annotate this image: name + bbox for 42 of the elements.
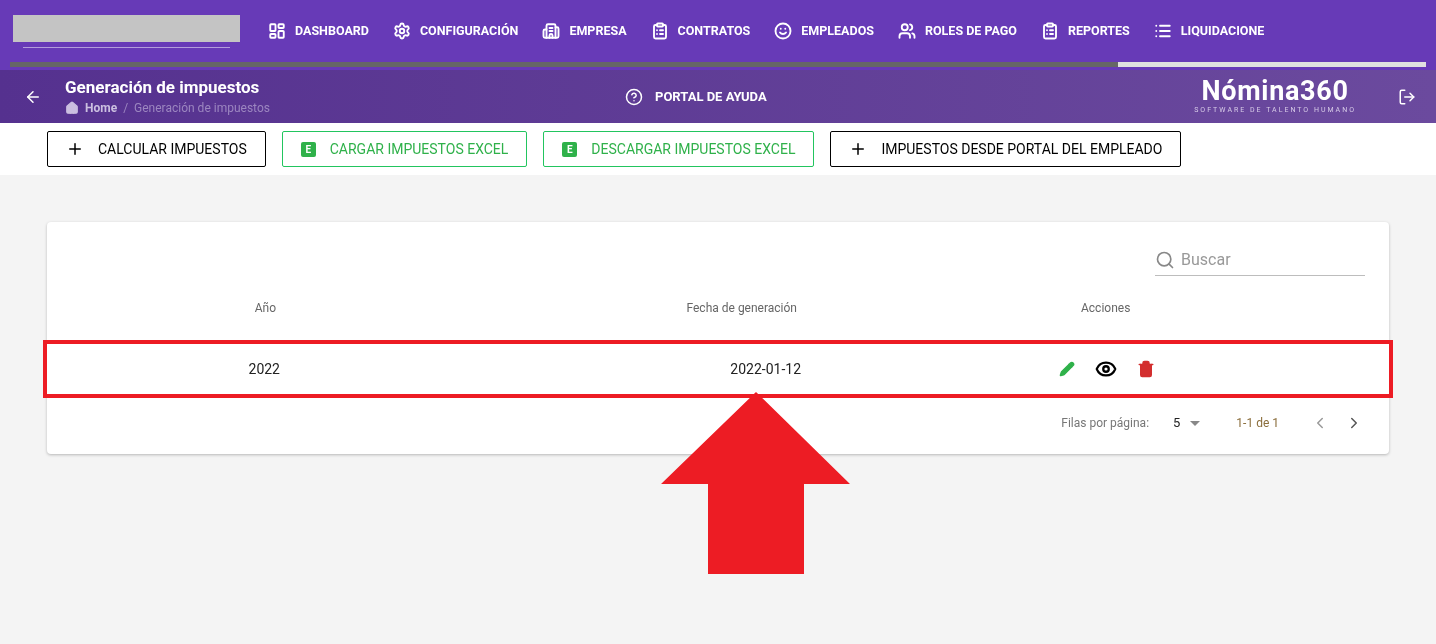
help-portal-link[interactable]: PORTAL DE AYUDA: [625, 86, 767, 107]
clipboard-icon: [650, 22, 669, 40]
nav-item[interactable]: EMPLEADOS: [774, 21, 874, 41]
edit-button[interactable]: [1059, 361, 1075, 377]
home-icon: [65, 100, 79, 115]
dropdown-caret-icon: [1190, 420, 1201, 426]
logout-button[interactable]: [1398, 87, 1416, 106]
help-icon: [625, 87, 643, 106]
add-button[interactable]: IMPUESTOS DESDE PORTAL DEL EMPLEADO: [830, 131, 1182, 167]
nav-item[interactable]: REPORTES: [1040, 21, 1130, 41]
breadcrumb-current: Generación de impuestos: [134, 99, 270, 117]
nav-item[interactable]: DASHBOARD: [268, 21, 369, 41]
page-range: 1-1 de 1: [1236, 415, 1279, 432]
gear-icon: [392, 22, 411, 40]
delete-button[interactable]: [1137, 360, 1155, 378]
people-icon: [897, 22, 916, 40]
breadcrumb-separator: /: [123, 99, 129, 117]
rows-per-page-select[interactable]: 5: [1173, 413, 1201, 433]
list-icon: [1153, 22, 1172, 40]
table-cell-text: 2022: [247, 359, 280, 379]
nav-item[interactable]: LIQUIDACIONE: [1153, 21, 1265, 41]
page-title: Generación de impuestos: [65, 76, 261, 97]
face-icon: [774, 22, 793, 40]
search-field[interactable]: Buscar: [1181, 247, 1351, 272]
nav-item[interactable]: CONTRATOS: [650, 21, 751, 41]
column-header: Fecha de generación: [685, 300, 797, 317]
table-cell-text: 2022-01-12: [729, 359, 801, 379]
dashboard-icon: [268, 22, 286, 40]
add-button[interactable]: CALCULAR IMPUESTOS: [47, 131, 266, 167]
column-header: Acciones: [1080, 300, 1132, 317]
excel-icon: E: [300, 141, 316, 157]
nav-item[interactable]: CONFIGURACIÓN: [392, 21, 519, 41]
building-icon: [542, 22, 561, 40]
search-icon: [1155, 249, 1175, 270]
excel-icon: E: [562, 141, 578, 157]
clipboard-icon: [1040, 22, 1059, 40]
nav-item[interactable]: ROLES DE PAGO: [897, 21, 1017, 41]
breadcrumb-link[interactable]: Home: [85, 98, 118, 117]
rows-per-page-label: Filas por página:: [1061, 415, 1150, 432]
nav-item[interactable]: EMPRESA: [542, 21, 627, 41]
plus-icon: [66, 140, 84, 158]
column-header: Año: [253, 300, 276, 317]
